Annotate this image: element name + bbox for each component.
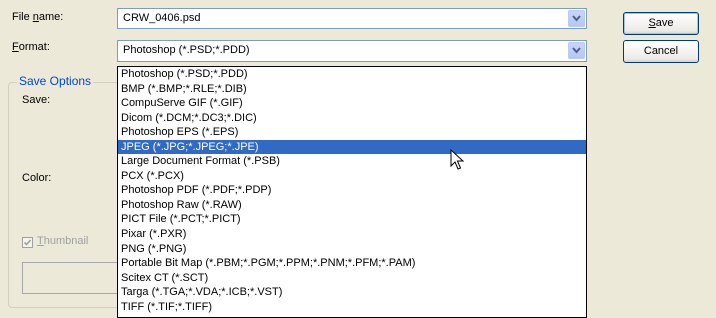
filename-label-prefix: File bbox=[12, 11, 33, 23]
format-option[interactable]: Photoshop EPS (*.EPS) bbox=[118, 125, 586, 140]
save-options-field bbox=[22, 262, 122, 294]
save-button-rest: ave bbox=[655, 17, 674, 29]
save-button-mnemonic: S bbox=[648, 17, 656, 29]
format-option[interactable]: Photoshop (*.PSD;*.PDD) bbox=[118, 67, 586, 82]
format-dropdown-button[interactable] bbox=[568, 42, 585, 59]
format-option[interactable]: PICT File (*.PCT;*.PICT) bbox=[118, 212, 586, 227]
format-option[interactable]: Photoshop Raw (*.RAW) bbox=[118, 198, 586, 213]
format-option[interactable]: Large Document Format (*.PSB) bbox=[118, 154, 586, 169]
save-options-title: Save Options bbox=[17, 74, 94, 88]
save-label: Save: bbox=[22, 94, 51, 106]
format-option[interactable]: JPEG (*.JPG;*.JPEG;*.JPE) bbox=[118, 139, 586, 155]
filename-field[interactable]: CRW_0406.psd bbox=[117, 8, 587, 29]
filename-label-suffix: ame: bbox=[38, 11, 64, 23]
format-option[interactable]: BMP (*.BMP;*.RLE;*.DIB) bbox=[118, 82, 586, 97]
format-option[interactable]: Scitex CT (*.SCT) bbox=[118, 271, 586, 286]
format-value[interactable]: Photoshop (*.PSD;*.PDD) bbox=[123, 44, 250, 56]
format-select[interactable]: Photoshop (*.PSD;*.PDD) bbox=[117, 40, 587, 62]
format-option[interactable]: Dicom (*.DCM;*.DC3;*.DIC) bbox=[118, 111, 586, 126]
format-option[interactable]: Photoshop PDF (*.PDF;*.PDP) bbox=[118, 183, 586, 198]
filename-dropdown-button[interactable] bbox=[568, 10, 585, 27]
chevron-down-icon bbox=[572, 47, 581, 54]
format-dropdown-list[interactable]: Photoshop (*.PSD;*.PDD) BMP (*.BMP;*.RLE;… bbox=[117, 66, 587, 318]
thumbnail-label: Thumbnail bbox=[37, 235, 88, 247]
format-option[interactable]: Portable Bit Map (*.PBM;*.PGM;*.PPM;*.PN… bbox=[118, 256, 586, 271]
format-label-mnemonic: F bbox=[12, 41, 19, 53]
mouse-pointer-icon bbox=[450, 149, 464, 170]
chevron-down-icon bbox=[572, 15, 581, 22]
color-label: Color: bbox=[22, 172, 52, 184]
filename-value[interactable]: CRW_0406.psd bbox=[123, 12, 200, 24]
format-option[interactable]: PNG (*.PNG) bbox=[118, 242, 586, 257]
cancel-button[interactable]: Cancel bbox=[623, 40, 699, 63]
thumbnail-label-rest: humbnail bbox=[43, 235, 89, 247]
format-label-suffix: ormat: bbox=[18, 41, 50, 53]
format-option[interactable]: PCX (*.PCX) bbox=[118, 169, 586, 184]
save-button[interactable]: Save bbox=[623, 12, 699, 35]
format-option[interactable]: Pixar (*.PXR) bbox=[118, 227, 586, 242]
format-option[interactable]: CompuServe GIF (*.GIF) bbox=[118, 96, 586, 111]
format-label: Format: bbox=[12, 41, 50, 53]
checkmark-icon bbox=[23, 239, 32, 246]
filename-label: File name: bbox=[12, 11, 63, 23]
thumbnail-checkbox[interactable] bbox=[22, 237, 33, 248]
format-option[interactable]: Targa (*.TGA;*.VDA;*.ICB;*.VST) bbox=[118, 285, 586, 300]
thumbnail-label-mnemonic: T bbox=[37, 235, 44, 247]
format-option[interactable]: TIFF (*.TIF;*.TIFF) bbox=[118, 300, 586, 315]
